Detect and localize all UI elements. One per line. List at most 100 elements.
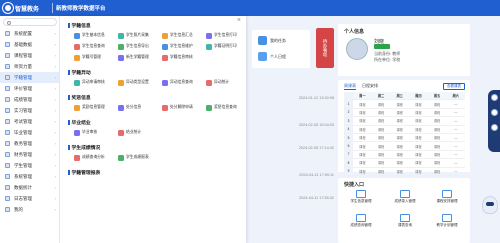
todo-card[interactable]: 待办事项 [316, 28, 334, 68]
sidebar-item[interactable]: 教务管理 › [0, 138, 60, 149]
schedule-cell[interactable]: 课程 [427, 159, 447, 168]
mid-card-task[interactable]: 我的任务 [258, 36, 286, 45]
schedule-cell[interactable]: 课程 [371, 117, 391, 126]
schedule-cell[interactable]: 课程 [390, 159, 410, 168]
schedule-cell[interactable]: 课程 [353, 151, 372, 160]
logo[interactable]: 智慧教务 [3, 2, 47, 14]
submenu-item[interactable]: 处分解除申请 [162, 103, 200, 112]
quick-access-item[interactable]: 成绩查询管理 [342, 214, 380, 228]
quick-access-item[interactable]: 课表查询 [386, 214, 424, 228]
schedule-cell[interactable]: 课程 [371, 159, 391, 168]
submenu-item[interactable]: 奖惩信息查询 [206, 103, 244, 112]
sidebar-item[interactable]: 基础数据 › [0, 39, 60, 50]
quick-access-item[interactable]: 成绩录入管理 [386, 190, 424, 204]
submenu-item[interactable]: 学生成绩报表 [118, 153, 156, 162]
sidebar-item[interactable]: 学生管理 › [0, 160, 60, 171]
sidebar-item[interactable]: 师资力量 › [0, 61, 60, 72]
avatar[interactable] [346, 38, 368, 60]
sidebar-item[interactable]: 系统配置 › [0, 28, 60, 39]
sidebar-item[interactable]: 毕业管理 › [0, 127, 60, 138]
schedule-cell[interactable]: 课程 [390, 142, 410, 151]
sidebar-item[interactable]: 实习管理 › [0, 105, 60, 116]
sidebar-item[interactable]: 数据统计 › [0, 182, 60, 193]
schedule-cell[interactable]: 课程 [371, 168, 391, 176]
quick-access-item[interactable]: 教学计划管理 [428, 214, 466, 228]
submenu-item[interactable]: 学生信息维护 [162, 42, 200, 51]
schedule-cell[interactable]: — [446, 168, 466, 176]
sidebar-item[interactable]: 系统管理 › [0, 171, 60, 182]
quick-access-item[interactable]: 课程安排管理 [428, 190, 466, 204]
sidebar-item[interactable]: 财务管理 › [0, 149, 60, 160]
schedule-cell[interactable]: 课程 [390, 109, 410, 118]
schedule-cell[interactable]: 课程 [353, 109, 372, 118]
schedule-cell[interactable]: — [446, 159, 466, 168]
schedule-cell[interactable]: — [446, 126, 466, 134]
sidebar-item[interactable]: 课程管理 › [0, 50, 60, 61]
schedule-cell[interactable]: 课程 [390, 151, 410, 160]
schedule-cell[interactable]: 课程 [409, 134, 428, 143]
submenu-item[interactable]: 异动申请审核 [74, 78, 112, 87]
schedule-cell[interactable]: 课程 [353, 126, 372, 134]
schedule-cell[interactable]: 课程 [427, 142, 447, 151]
submenu-item[interactable]: 异动统计 [206, 78, 244, 87]
schedule-cell[interactable]: 课程 [353, 134, 372, 143]
submenu-item[interactable]: 学生信息打印 [206, 31, 244, 40]
schedule-cell[interactable]: 课程 [427, 151, 447, 160]
schedule-cell[interactable]: — [446, 100, 466, 109]
schedule-cell[interactable]: 课程 [371, 134, 391, 143]
schedule-cell[interactable]: — [446, 109, 466, 118]
quick-access-item[interactable]: 学生信息管理 [342, 190, 380, 204]
submenu-item[interactable]: 异动类型设置 [118, 78, 156, 87]
schedule-cell[interactable]: 课程 [427, 117, 447, 126]
schedule-cell[interactable]: 课程 [409, 159, 428, 168]
sidebar-item[interactable]: 学籍管理 › [0, 72, 60, 83]
mid-card[interactable]: 我的任务 个人日程 [252, 30, 310, 68]
schedule-cell[interactable]: 课程 [390, 117, 410, 126]
schedule-cell[interactable]: 课程 [353, 142, 372, 151]
submenu-item[interactable]: 学生照片采集 [118, 31, 156, 40]
schedule-cell[interactable]: 课程 [353, 100, 372, 109]
assistant-robot-icon[interactable] [482, 196, 498, 214]
tab-weekly[interactable]: 周课表 [344, 83, 356, 90]
submenu-item[interactable]: 学籍信息审核 [162, 53, 200, 62]
home-icon[interactable] [490, 94, 498, 101]
schedule-cell[interactable]: 课程 [427, 168, 447, 176]
sidebar-item[interactable]: 成绩管理 › [0, 94, 60, 105]
schedule-cell[interactable]: 课程 [427, 134, 447, 143]
search-input[interactable] [3, 18, 57, 26]
submenu-item[interactable]: 处分信息 [118, 103, 156, 112]
schedule-cell[interactable]: 课程 [409, 100, 428, 109]
submenu-item[interactable]: 结业统计 [118, 128, 156, 137]
close-icon[interactable]: × [237, 17, 241, 25]
submenu-item[interactable]: 异动信息查询 [162, 78, 200, 87]
schedule-cell[interactable]: 课程 [390, 134, 410, 143]
sidebar-item[interactable]: 日志管理 › [0, 193, 60, 204]
schedule-cell[interactable]: 课程 [353, 168, 372, 176]
schedule-cell[interactable]: 课程 [409, 168, 428, 176]
sidebar-item[interactable]: 我的 › [0, 204, 60, 215]
submenu-item[interactable]: 新生学籍管理 [118, 53, 156, 62]
submenu-item[interactable]: 学生信息汇总 [162, 31, 200, 40]
schedule-cell[interactable]: 课程 [427, 100, 447, 109]
schedule-cell[interactable]: 课程 [353, 159, 372, 168]
schedule-cell[interactable]: 课程 [371, 142, 391, 151]
help-icon[interactable] [490, 124, 498, 131]
submenu-item[interactable]: 学生信息查询 [74, 42, 112, 51]
submenu-item[interactable]: 成绩查询分析 [74, 153, 112, 162]
schedule-cell[interactable]: 课程 [390, 168, 410, 176]
schedule-cell[interactable]: 课程 [409, 151, 428, 160]
schedule-cell[interactable]: — [446, 134, 466, 143]
schedule-cell[interactable]: — [446, 117, 466, 126]
schedule-cell[interactable]: 课程 [371, 100, 391, 109]
schedule-cell[interactable]: — [446, 142, 466, 151]
submenu-item[interactable]: 学生基本信息 [74, 31, 112, 40]
schedule-cell[interactable]: 课程 [427, 126, 447, 134]
sidebar-item[interactable]: 评价管理 › [0, 83, 60, 94]
schedule-cell[interactable]: 课程 [409, 109, 428, 118]
submenu-item[interactable]: 学生信息导出 [118, 42, 156, 51]
schedule-cell[interactable]: 课程 [409, 142, 428, 151]
schedule-cell[interactable]: 课程 [371, 109, 391, 118]
tab-agenda[interactable]: 日程安排 [362, 83, 378, 90]
schedule-cell[interactable]: — [446, 151, 466, 160]
schedule-cell[interactable]: 课程 [371, 126, 391, 134]
